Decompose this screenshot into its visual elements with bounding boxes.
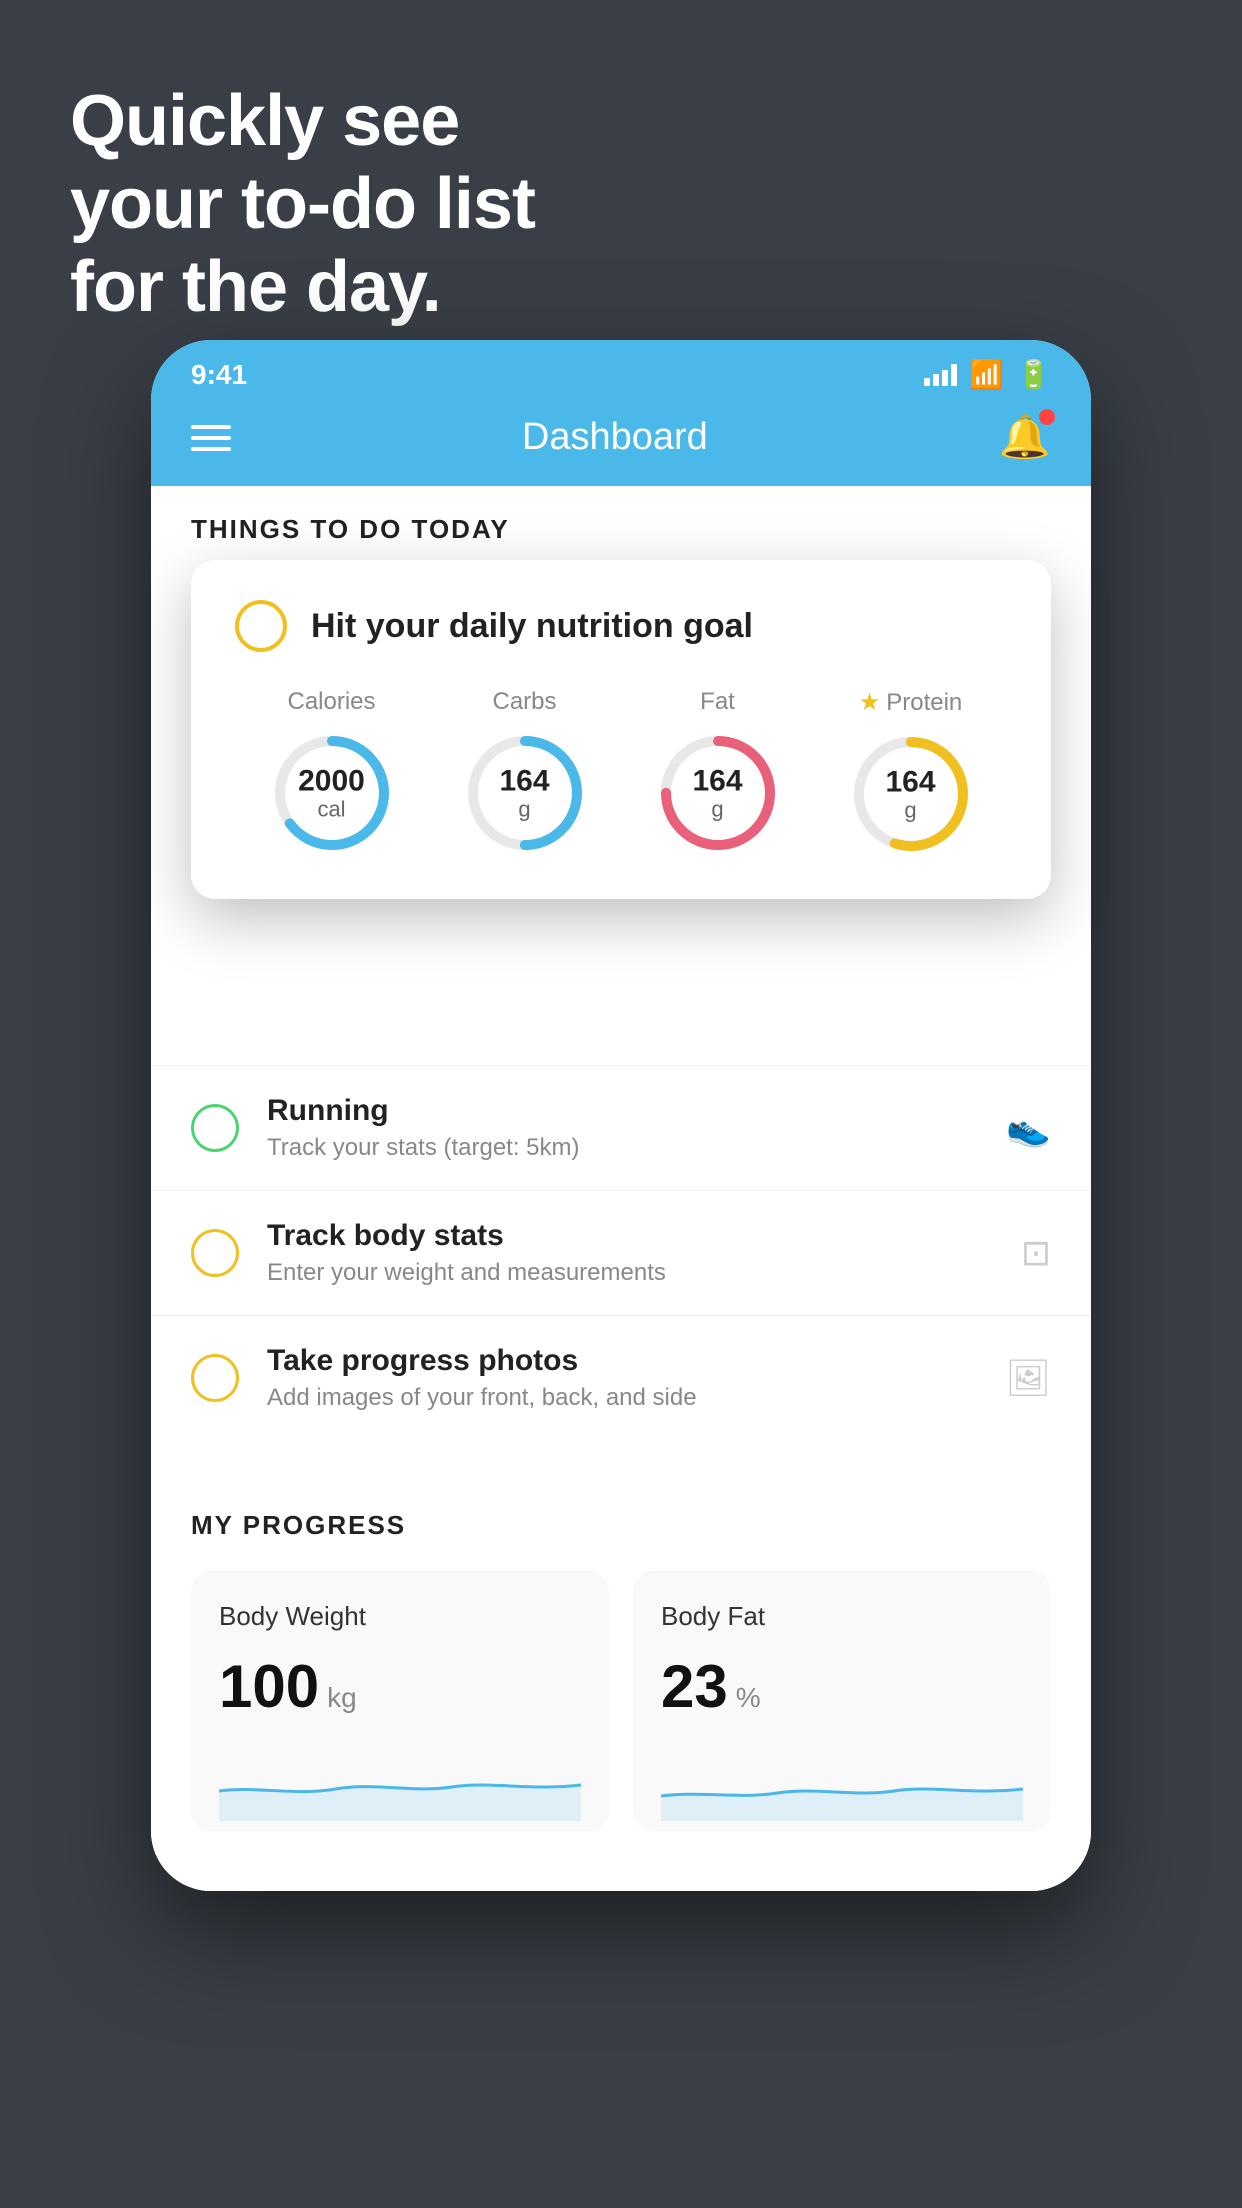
todo-item-body-stats[interactable]: Track body stats Enter your weight and m… bbox=[151, 1190, 1091, 1315]
protein-donut: 164 g bbox=[846, 729, 976, 859]
notification-dot bbox=[1039, 409, 1055, 425]
progress-card-fat[interactable]: Body Fat 23 % bbox=[633, 1571, 1051, 1831]
body-fat-title: Body Fat bbox=[661, 1601, 1023, 1632]
progress-card-weight[interactable]: Body Weight 100 kg bbox=[191, 1571, 609, 1831]
status-icons: 📶 🔋 bbox=[924, 358, 1051, 391]
signal-icon bbox=[924, 364, 957, 386]
card-title: Hit your daily nutrition goal bbox=[311, 607, 753, 646]
body-fat-value: 23 bbox=[661, 1652, 728, 1721]
fat-label: Fat bbox=[700, 688, 735, 716]
status-bar: 9:41 📶 🔋 bbox=[151, 340, 1091, 401]
fat-value: 164 bbox=[692, 764, 742, 797]
nutrition-fat: Fat 164 g bbox=[653, 688, 783, 858]
protein-star-icon: ★ bbox=[859, 688, 881, 717]
todo-check-photos[interactable] bbox=[191, 1354, 239, 1402]
hero-text: Quickly see your to-do list for the day. bbox=[70, 80, 535, 328]
nutrition-protein: ★ Protein 164 g bbox=[846, 688, 976, 859]
carbs-donut: 164 g bbox=[460, 728, 590, 858]
body-fat-chart bbox=[661, 1741, 1023, 1821]
fat-donut: 164 g bbox=[653, 728, 783, 858]
progress-cards: Body Weight 100 kg Body Fat bbox=[191, 1571, 1051, 1831]
calories-donut: 2000 cal bbox=[267, 728, 397, 858]
scale-icon: ⊡ bbox=[1021, 1232, 1051, 1274]
battery-icon: 🔋 bbox=[1016, 358, 1051, 391]
notification-bell[interactable]: 🔔 bbox=[999, 413, 1051, 462]
hamburger-menu[interactable] bbox=[191, 425, 231, 451]
body-fat-unit: % bbox=[736, 1682, 761, 1714]
things-to-do-heading: THINGS TO DO TODAY bbox=[151, 486, 1091, 565]
protein-label: ★ Protein bbox=[859, 688, 963, 717]
body-weight-chart bbox=[219, 1741, 581, 1821]
time-display: 9:41 bbox=[191, 359, 247, 391]
carbs-unit: g bbox=[499, 797, 549, 821]
todo-check-body-stats[interactable] bbox=[191, 1229, 239, 1277]
calories-label: Calories bbox=[287, 688, 375, 716]
todo-check-running[interactable] bbox=[191, 1104, 239, 1152]
todo-text-photos: Take progress photos Add images of your … bbox=[267, 1344, 697, 1412]
nutrition-card: Hit your daily nutrition goal Calories 2… bbox=[191, 560, 1051, 899]
calories-unit: cal bbox=[298, 797, 365, 821]
nav-title: Dashboard bbox=[522, 416, 708, 459]
progress-heading: MY PROGRESS bbox=[191, 1510, 1051, 1541]
body-weight-unit: kg bbox=[327, 1682, 357, 1714]
card-check-circle[interactable] bbox=[235, 600, 287, 652]
nav-bar: Dashboard 🔔 bbox=[151, 401, 1091, 486]
nutrition-carbs: Carbs 164 g bbox=[460, 688, 590, 858]
progress-section: MY PROGRESS Body Weight 100 kg bbox=[151, 1470, 1091, 1831]
protein-unit: g bbox=[885, 798, 935, 822]
body-weight-value: 100 bbox=[219, 1652, 319, 1721]
todo-list: Running Track your stats (target: 5km) 👟… bbox=[151, 1065, 1091, 1440]
wifi-icon: 📶 bbox=[969, 358, 1004, 391]
todo-item-photos[interactable]: Take progress photos Add images of your … bbox=[151, 1315, 1091, 1440]
shoe-icon: 👟 bbox=[1006, 1107, 1051, 1149]
protein-value: 164 bbox=[885, 765, 935, 798]
carbs-value: 164 bbox=[499, 764, 549, 797]
phone-bottom bbox=[151, 1831, 1091, 1891]
nutrition-calories: Calories 2000 cal bbox=[267, 688, 397, 858]
carbs-label: Carbs bbox=[492, 688, 556, 716]
todo-text-body-stats: Track body stats Enter your weight and m… bbox=[267, 1219, 666, 1287]
todo-item-running[interactable]: Running Track your stats (target: 5km) 👟 bbox=[151, 1065, 1091, 1190]
body-weight-title: Body Weight bbox=[219, 1601, 581, 1632]
calories-value: 2000 bbox=[298, 764, 365, 797]
todo-text-running: Running Track your stats (target: 5km) bbox=[267, 1094, 580, 1162]
photo-icon: 🖼 bbox=[1005, 1357, 1051, 1399]
fat-unit: g bbox=[692, 797, 742, 821]
nutrition-circles: Calories 2000 cal Carbs bbox=[235, 688, 1007, 859]
